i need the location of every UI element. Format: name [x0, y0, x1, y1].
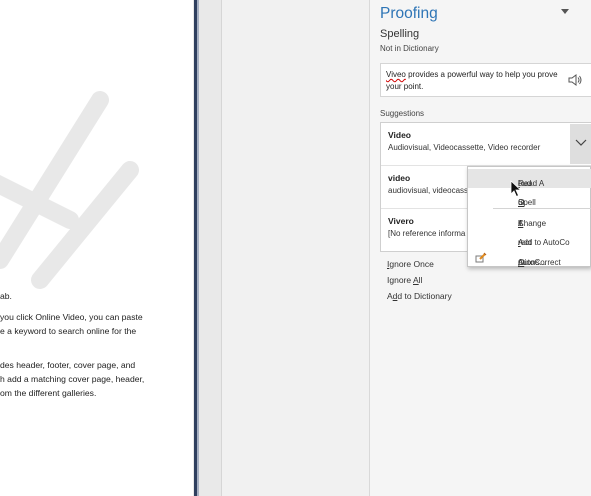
suggestion-word: Vivero: [388, 216, 414, 226]
document-text-line: you click Online Video, you can paste: [0, 312, 143, 322]
menu-item-read-aloud[interactable]: Read Al oud: [468, 169, 591, 188]
menu-item-spell-out[interactable]: Spell Out: [468, 188, 591, 207]
suggestion-word: video: [388, 173, 411, 183]
menu-item-autocorrect-options[interactable]: AutoCorrect Options...: [468, 248, 591, 267]
suggestions-label: Suggestions: [380, 109, 425, 118]
error-type-label: Not in Dictionary: [380, 44, 439, 53]
suggestion-description: audiovisual, videocass: [388, 186, 469, 195]
context-sentence-box: Viveo provides a powerful way to help yo…: [380, 63, 591, 97]
pane-options-chevron-icon[interactable]: [561, 9, 569, 14]
chevron-down-icon: [575, 139, 587, 146]
label-part: rect: [518, 238, 532, 247]
suggestion-dropdown-button[interactable]: [570, 124, 591, 164]
document-text-line: e a keyword to search online for the: [0, 326, 137, 336]
add-to-dictionary-button[interactable]: Add to Dictionary: [387, 291, 452, 301]
section-heading: Spelling: [380, 28, 420, 40]
label-part: ll: [418, 275, 423, 285]
autocorrect-icon: [475, 252, 487, 263]
label-part: Ignore: [387, 275, 413, 285]
speaker-icon[interactable]: [567, 72, 583, 88]
ignore-all-button[interactable]: Ignore All: [387, 275, 422, 285]
document-text-line: ab.: [0, 291, 12, 301]
mouse-cursor-icon: [510, 180, 522, 198]
misspelled-word: Viveo: [386, 70, 406, 79]
label-part: gnore Once: [389, 259, 434, 269]
pane-title: Proofing: [380, 5, 438, 22]
menu-item-add-to-autocorrect[interactable]: Add to AutoCo r rect: [468, 228, 591, 247]
suggestion-description: [No reference informa: [388, 229, 466, 238]
suggestion-item[interactable]: Video Audiovisual, Videocassette, Video …: [381, 123, 591, 166]
watermark-graphic: [0, 91, 139, 289]
label-part: ptions...: [518, 258, 547, 267]
document-text-line: h add a matching cover page, header,: [0, 374, 145, 384]
ignore-once-button[interactable]: Ignore Once: [387, 259, 434, 269]
sentence-rest: provides a powerful way to help you prov…: [386, 70, 558, 91]
context-sentence: Viveo provides a powerful way to help yo…: [386, 69, 566, 92]
suggestion-word: Video: [388, 130, 411, 140]
document-text-line: om the different galleries.: [0, 388, 97, 398]
label-part: d to Dictionary: [397, 291, 452, 301]
label-part: ut: [518, 198, 525, 207]
document-text-line: des header, footer, cover page, and: [0, 360, 136, 370]
suggestion-description: Audiovisual, Videocassette, Video record…: [388, 143, 541, 152]
label-part: ll: [518, 219, 522, 228]
suggestion-context-menu: Read Al oud Spell Out Change All Add to A…: [467, 166, 591, 267]
page-border-shadow: [197, 0, 199, 496]
menu-item-change-all[interactable]: Change All: [468, 209, 591, 228]
document-page[interactable]: ab. you click Online Video, you can past…: [0, 0, 193, 496]
document-background: [222, 0, 369, 496]
